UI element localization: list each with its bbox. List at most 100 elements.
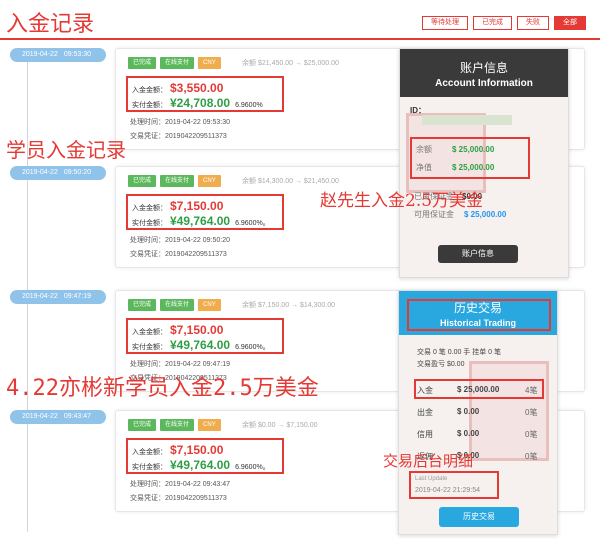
- annotation-backend-detail: 交易后台明细: [383, 452, 474, 470]
- deposit-label: 入金金额：: [132, 449, 167, 456]
- account-info-button[interactable]: 账户信息: [438, 245, 518, 263]
- deposit-row: 入金金额： $7,150.00: [132, 323, 223, 337]
- account-info-title-en: Account Information: [435, 78, 533, 89]
- currency-badge: CNY: [198, 419, 221, 431]
- currency-badge: CNY: [198, 299, 221, 311]
- exchange-rate: 6.9600%。: [235, 220, 270, 227]
- balance-value: $ 25,000.00: [452, 145, 495, 154]
- ledger-label: 入金: [417, 386, 433, 395]
- record-date-pill: 2019-04-22 09:43:47: [10, 410, 106, 424]
- record-date-pill: 2019-04-22 09:47:19: [10, 290, 106, 304]
- deposit-label: 入金金额：: [132, 329, 167, 336]
- record-date: 2019-04-22: [22, 169, 58, 176]
- ledger-value: $ 0.00: [457, 407, 480, 416]
- last-update-label: Last Update: [415, 476, 448, 482]
- voucher: 交易凭证：2019042209511373: [130, 495, 227, 502]
- account-info-header: 账户信息 Account Information: [400, 49, 568, 97]
- process-time: 处理时间：2019-04-22 09:43:47: [130, 481, 230, 488]
- exchange-rate: 6.9600%: [235, 102, 263, 109]
- ledger-count: 0笔: [525, 452, 538, 461]
- paid-amount: ¥49,764.00: [170, 214, 231, 228]
- record-date-pill: 2019-04-22 09:50:20: [10, 166, 106, 180]
- record-date: 2019-04-22: [22, 51, 58, 58]
- method-badge: 在线支付: [160, 419, 195, 431]
- currency-badge: CNY: [198, 57, 221, 69]
- paid-row: 实付金额： ¥49,764.00 6.9600%。: [132, 338, 270, 352]
- paid-amount: ¥49,764.00: [170, 458, 231, 472]
- balance-row: 余额 $ 25,000.00: [416, 144, 494, 155]
- tab-pending[interactable]: 等待处理: [422, 16, 468, 30]
- method-badge: 在线支付: [160, 57, 195, 69]
- record-badges: 已完成 在线支付 CNY: [128, 299, 221, 311]
- filter-tabs: 等待处理 已完成 失败 全部: [422, 16, 586, 30]
- process-time: 处理时间：2019-04-22 09:53:30: [130, 119, 230, 126]
- account-info-title-cn: 账户信息: [459, 61, 508, 75]
- paid-row: 实付金额： ¥24,708.00 6.9600%: [132, 96, 263, 110]
- voucher: 交易凭证：2019042209511373: [130, 251, 227, 258]
- ledger-count: 4笔: [525, 386, 538, 395]
- paid-label: 实付金额：: [132, 220, 167, 227]
- ledger-count: 0笔: [525, 408, 538, 417]
- equity-value: $ 25,000.00: [452, 163, 495, 172]
- last-update-box: Last Update 2019-04-22 21:29:54: [409, 471, 499, 499]
- last-update-value: 2019-04-22 21:29:54: [415, 487, 480, 494]
- account-info-card: 账户信息 Account Information ID： 余额 $ 25,000.…: [399, 48, 569, 278]
- deposit-row: 入金金额： $3,550.00: [132, 81, 223, 95]
- annotation-student-deposit: 学员入金记录: [6, 138, 126, 162]
- record-date: 2019-04-22: [22, 413, 58, 420]
- record-date: 2019-04-22: [22, 293, 58, 300]
- paid-amount: ¥49,764.00: [170, 338, 231, 352]
- record-time: 09:53:30: [63, 51, 92, 58]
- paid-label: 实付金额：: [132, 344, 167, 351]
- deposit-row: 入金金额： $7,150.00: [132, 443, 223, 457]
- history-title-highlight-box: [407, 299, 551, 331]
- balance-change: 余额 $21,450.00 → $25,000.00: [242, 60, 339, 67]
- amount-highlight-box: 入金金额： $7,150.00 实付金额： ¥49,764.00 6.9600%。: [126, 318, 284, 354]
- record-time: 09:43:47: [63, 413, 92, 420]
- record-badges: 已完成 在线支付 CNY: [128, 57, 221, 69]
- ledger-row-deposit: 入金 $ 25,000.00 4笔: [417, 385, 547, 396]
- trade-profit: 交易盈亏 $0.00: [417, 361, 465, 368]
- deposit-amount: $7,150.00: [170, 199, 224, 213]
- process-time: 处理时间：2019-04-22 09:47:19: [130, 361, 230, 368]
- status-badge: 已完成: [128, 175, 157, 187]
- deposit-amount: $7,150.00: [170, 323, 224, 337]
- balance-change: 余额 $7,150.00 → $14,300.00: [242, 302, 336, 309]
- method-badge: 在线支付: [160, 299, 195, 311]
- status-badge: 已完成: [128, 57, 157, 69]
- exchange-rate: 6.9600%。: [235, 464, 270, 471]
- ledger-label: 信用: [417, 430, 433, 439]
- tab-completed[interactable]: 已完成: [473, 16, 512, 30]
- deposit-label: 入金金额：: [132, 205, 167, 212]
- paid-row: 实付金额： ¥49,764.00 6.9600%。: [132, 458, 270, 472]
- paid-label: 实付金额：: [132, 102, 167, 109]
- amount-highlight-box: 入金金额： $7,150.00 实付金额： ¥49,764.00 6.9600%。: [126, 438, 284, 474]
- balance-change: 余额 $14,300.00 → $21,450.00: [242, 178, 339, 185]
- free-margin-label: 可用保证金: [414, 210, 454, 219]
- ledger-count: 0笔: [525, 430, 538, 439]
- method-badge: 在线支付: [160, 175, 195, 187]
- record-time: 09:50:20: [63, 169, 92, 176]
- deposit-row: 入金金额： $7,150.00: [132, 199, 223, 213]
- deposit-amount: $7,150.00: [170, 443, 224, 457]
- paid-amount: ¥24,708.00: [170, 96, 231, 110]
- tab-all[interactable]: 全部: [554, 16, 586, 30]
- status-badge: 已完成: [128, 419, 157, 431]
- page-title: 入金记录: [6, 12, 95, 37]
- amount-highlight-box: 入金金额： $7,150.00 实付金额： ¥49,764.00 6.9600%。: [126, 194, 284, 230]
- account-id-redacted: [422, 115, 512, 125]
- balance-change: 余额 $0.00 → $7,150.00: [242, 422, 318, 429]
- status-badge: 已完成: [128, 299, 157, 311]
- currency-badge: CNY: [198, 175, 221, 187]
- deposit-amount: $3,550.00: [170, 81, 224, 95]
- ledger-row-credit: 信用 $ 0.00 0笔: [417, 429, 547, 440]
- record-date-pill: 2019-04-22 09:53:30: [10, 48, 106, 62]
- record-time: 09:47:19: [63, 293, 92, 300]
- history-header: 历史交易 Historical Trading: [399, 291, 557, 335]
- history-button[interactable]: 历史交易: [439, 507, 519, 527]
- tab-failed[interactable]: 失败: [517, 16, 549, 30]
- record-badges: 已完成 在线支付 CNY: [128, 175, 221, 187]
- free-margin-value: $ 25,000.00: [464, 210, 507, 219]
- ledger-value: $ 0.00: [457, 429, 480, 438]
- ledger-row-withdraw: 出金 $ 0.00 0笔: [417, 407, 547, 418]
